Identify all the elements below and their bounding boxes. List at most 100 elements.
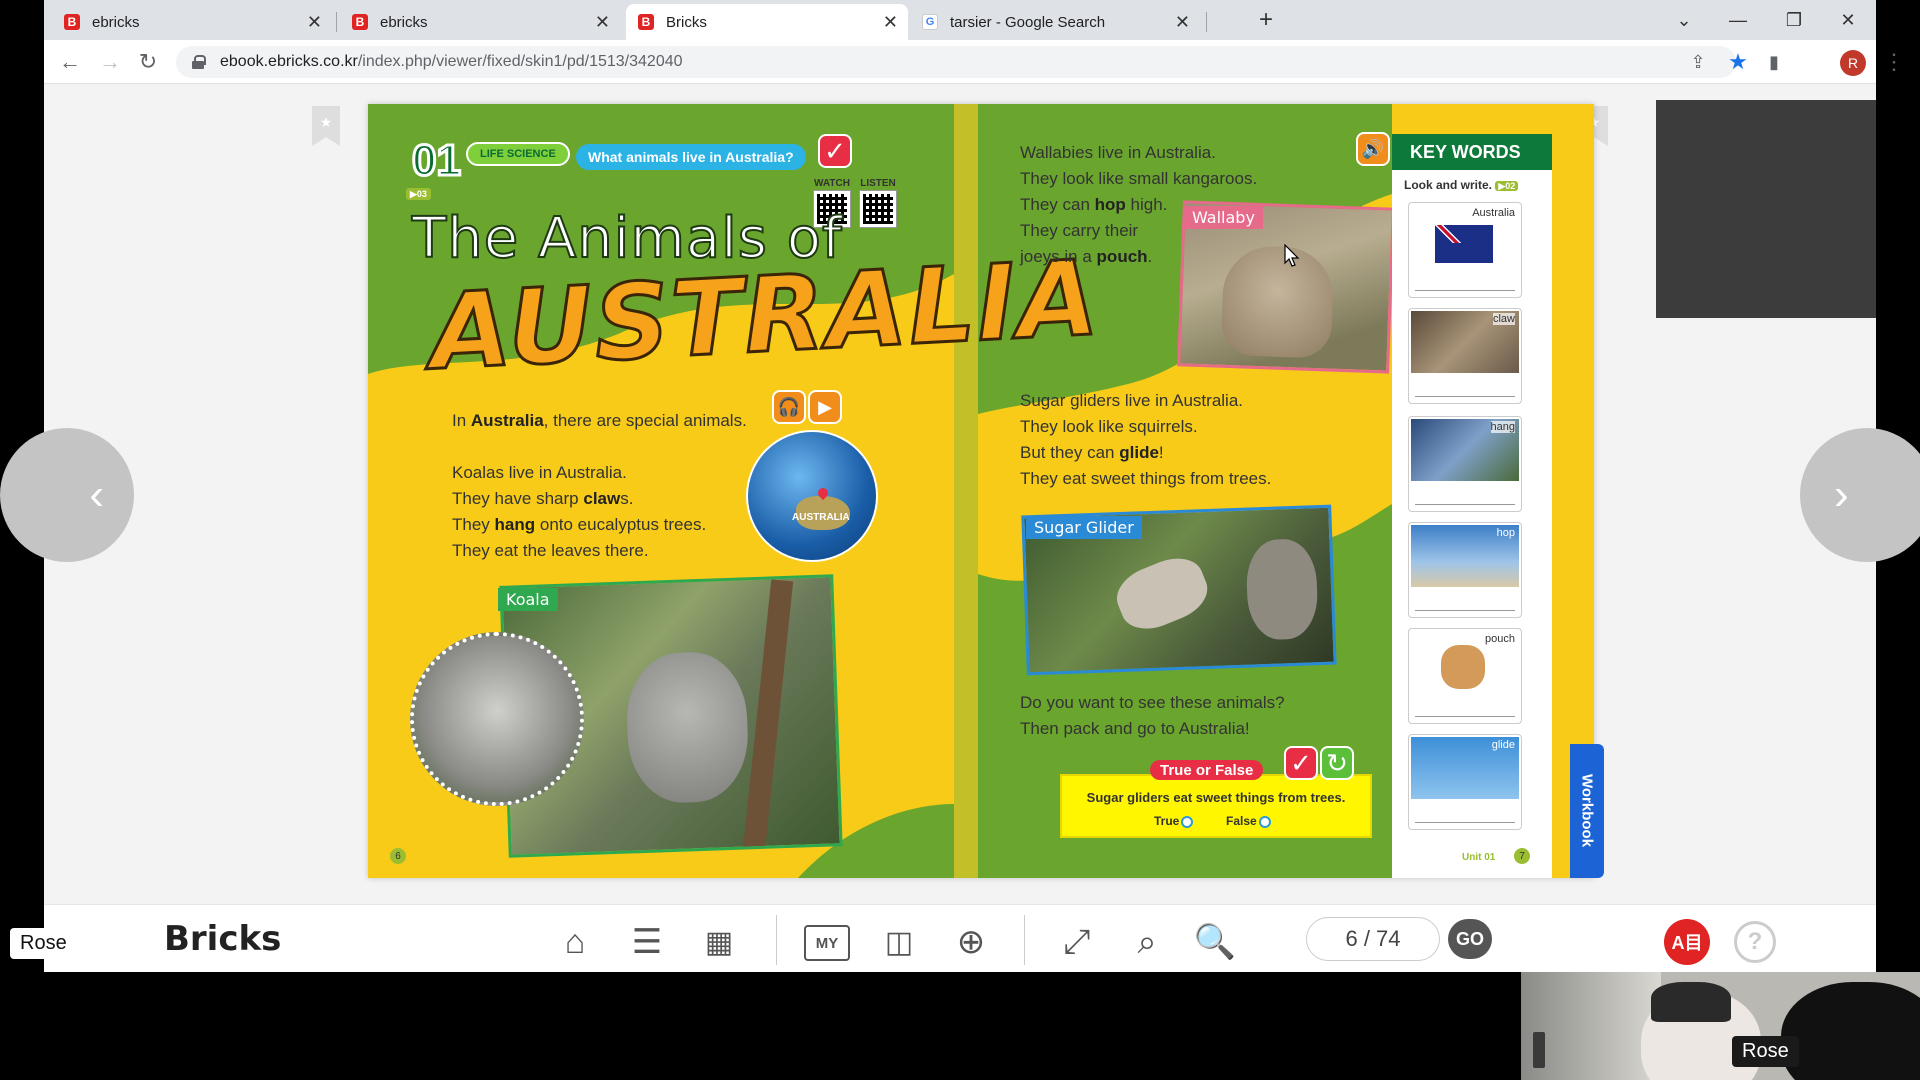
qr-watch-label: WATCH: [814, 178, 850, 189]
next-page-button[interactable]: ›: [1800, 428, 1920, 562]
toolbar-divider: [776, 915, 777, 965]
bricks-favicon-icon: B: [638, 14, 654, 30]
previous-page-button[interactable]: ‹: [0, 428, 134, 562]
bricks-favicon-icon: B: [352, 14, 368, 30]
check-icon[interactable]: ✓: [1284, 746, 1318, 780]
participant-name-right: Rose: [1732, 1036, 1799, 1067]
tab-search-chevron-icon[interactable]: ⌄: [1670, 6, 1698, 34]
tab-separator: [1206, 12, 1207, 32]
forward-arrow-icon[interactable]: →: [96, 48, 124, 76]
wallaby-label: Wallaby: [1184, 206, 1263, 229]
radio-true[interactable]: [1181, 815, 1194, 828]
tab-ebricks-2[interactable]: B ebricks ✕: [340, 4, 620, 40]
unit-number: 01: [411, 135, 463, 187]
tab-google-search[interactable]: G tarsier - Google Search ✕: [910, 4, 1200, 40]
tf-statement: Sugar gliders eat sweet things from tree…: [1086, 790, 1346, 805]
page-indicator-input[interactable]: 6 / 74: [1306, 917, 1440, 961]
keyword-card[interactable]: claw: [1408, 308, 1522, 404]
glider-line: Sugar gliders live in Australia.: [1020, 391, 1244, 410]
tab-title: ebricks: [92, 13, 140, 31]
side-panel: [1656, 100, 1876, 318]
sugar-glider-label: Sugar Glider: [1026, 516, 1142, 539]
grid-view-icon[interactable]: ▦: [696, 919, 742, 965]
track-number: ▶03: [406, 188, 431, 200]
reload-icon[interactable]: ↻: [134, 48, 162, 76]
closing-line: Then pack and go to Australia!: [1020, 719, 1250, 738]
tab-separator: [336, 12, 337, 32]
tab-ebricks-1[interactable]: B ebricks ✕: [52, 4, 332, 40]
keyword-card[interactable]: Australia: [1408, 202, 1522, 298]
tab-bricks[interactable]: B Bricks ✕: [626, 4, 908, 40]
close-tab-icon[interactable]: ✕: [1175, 12, 1190, 33]
koala-line: They hang onto eucalyptus trees.: [452, 515, 707, 534]
audio-headphones-icon[interactable]: 🎧: [772, 390, 806, 424]
web-search-icon[interactable]: 🔍: [1192, 919, 1238, 965]
address-bar[interactable]: ebook.ebricks.co.kr/index.php/viewer/fix…: [176, 46, 1736, 78]
zoom-plus-icon[interactable]: ⊕: [948, 919, 994, 965]
webcam-thumbnail[interactable]: [1521, 972, 1920, 1080]
qr-code-icon: [859, 190, 897, 228]
back-arrow-icon[interactable]: ←: [56, 48, 84, 76]
workbook-tab[interactable]: Workbook: [1570, 744, 1604, 878]
close-window-icon[interactable]: ✕: [1834, 6, 1862, 34]
share-icon[interactable]: ⇪: [1684, 48, 1712, 76]
left-page-number: 6: [390, 848, 406, 864]
lock-icon: [192, 55, 206, 69]
bookmark-left-icon[interactable]: ★: [312, 106, 340, 146]
close-tab-icon[interactable]: ✕: [595, 12, 610, 33]
close-tab-icon[interactable]: ✕: [307, 12, 322, 33]
tf-title: True or False: [1150, 760, 1264, 780]
page-search-icon[interactable]: ⌕: [1124, 919, 1170, 965]
new-tab-icon[interactable]: +: [1252, 6, 1280, 34]
closing-line: Do you want to see these animals?: [1020, 693, 1285, 712]
keyword-card[interactable]: pouch: [1408, 628, 1522, 724]
side-panel-icon[interactable]: ▮: [1760, 48, 1788, 76]
unit-footer: Unit 01: [1462, 852, 1496, 863]
participant-name-left: Rose: [10, 928, 77, 959]
koala-line: Koalas live in Australia.: [452, 463, 627, 482]
browser-tab-bar: B ebricks ✕ B ebricks ✕ B Bricks ✕ G tar…: [44, 0, 1876, 40]
url-path: /index.php/viewer/fixed/skin1/pd/1513/34…: [357, 53, 683, 70]
globe-label: AUSTRALIA: [792, 512, 850, 523]
qr-listen-label: LISTEN: [860, 178, 896, 189]
restore-icon[interactable]: ❐: [1780, 6, 1808, 34]
close-tab-icon[interactable]: ✕: [883, 12, 898, 33]
koala-line: They have sharp claws.: [452, 489, 634, 508]
go-button[interactable]: GO: [1448, 919, 1492, 959]
browser-toolbar: ← → ↻ ebook.ebricks.co.kr/index.php/view…: [44, 40, 1905, 84]
keyword-card[interactable]: hop: [1408, 522, 1522, 618]
bricks-logo[interactable]: Bricks: [164, 919, 281, 959]
speaker-icon[interactable]: 🔊: [1356, 132, 1390, 166]
profile-avatar[interactable]: R: [1840, 50, 1866, 76]
bookmark-star-icon[interactable]: ★: [1724, 48, 1752, 76]
true-false-quiz: Sugar gliders eat sweet things from tree…: [1060, 774, 1372, 838]
chevron-left-icon: ‹: [89, 470, 104, 519]
book-spread: 01 LIFE SCIENCE What animals live in Aus…: [368, 104, 1594, 878]
retry-icon[interactable]: ↻: [1320, 746, 1354, 780]
help-icon[interactable]: ?: [1734, 921, 1776, 963]
kebab-menu-icon[interactable]: ⋮: [1880, 48, 1908, 76]
home-icon[interactable]: ⌂: [552, 919, 598, 965]
keyword-card[interactable]: glide: [1408, 734, 1522, 830]
user-badge-icon[interactable]: A目: [1664, 919, 1710, 965]
tf-false-option[interactable]: False: [1226, 814, 1271, 828]
google-favicon-icon: G: [922, 14, 938, 30]
glider-line: They look like squirrels.: [1020, 417, 1198, 436]
fullscreen-icon[interactable]: ⤢: [1054, 919, 1100, 965]
my-folder-icon[interactable]: MY: [804, 925, 850, 961]
globe-image: AUSTRALIA: [746, 430, 878, 562]
minimize-icon[interactable]: —: [1724, 6, 1752, 34]
wallaby-line: They look like small kangaroos.: [1020, 169, 1258, 188]
australia-flag-image: [1435, 225, 1493, 263]
keyword-card[interactable]: hang: [1408, 416, 1522, 512]
tf-true-option[interactable]: True: [1154, 814, 1194, 828]
menu-list-icon[interactable]: ☰: [624, 919, 670, 965]
two-page-view-icon[interactable]: ◫: [876, 919, 922, 965]
url-host: ebook.ebricks.co.kr: [220, 53, 358, 70]
keywords-instruction: Look and write. ▶02: [1404, 178, 1519, 192]
radio-false[interactable]: [1258, 815, 1271, 828]
qr-listen[interactable]: LISTEN: [858, 178, 898, 228]
video-play-icon[interactable]: ▶: [808, 390, 842, 424]
chevron-right-icon: ›: [1834, 470, 1849, 519]
check-icon[interactable]: ✓: [818, 134, 852, 168]
